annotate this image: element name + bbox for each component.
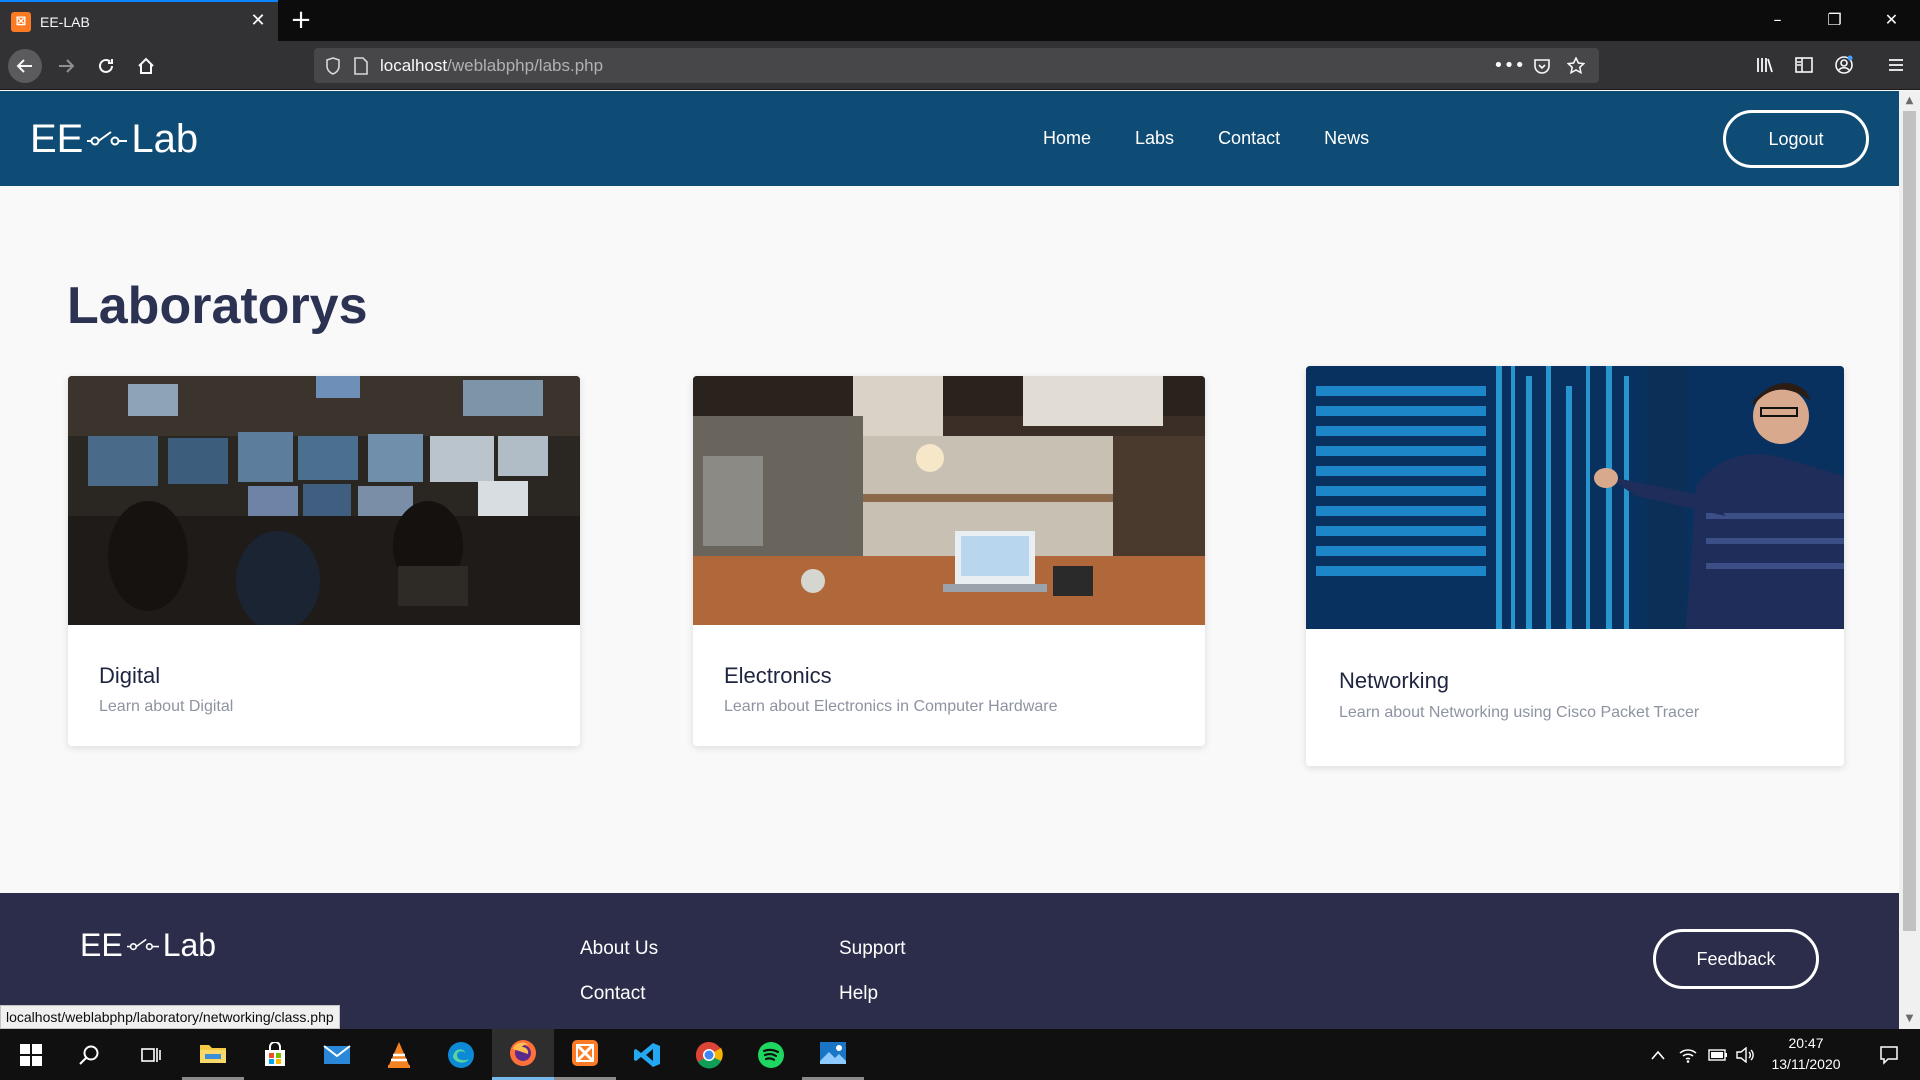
clock-time: 20:47 <box>1788 1035 1824 1051</box>
lab-card-digital[interactable]: Digital Learn about Digital <box>68 376 580 746</box>
card-title: Networking <box>1339 668 1450 693</box>
footer-link-support[interactable]: Support <box>839 938 906 960</box>
card-title: Digital <box>99 663 161 688</box>
electronics-lab-image <box>693 376 1205 625</box>
footer-link-about-us[interactable]: About Us <box>580 938 658 960</box>
battery-icon[interactable] <box>1703 1029 1733 1080</box>
tab-title: EE-LAB <box>40 13 90 30</box>
page-viewport: EE Lab Home Labs Contact News Logout Lab… <box>0 91 1899 1029</box>
card-description: Learn about Electronics in Computer Hard… <box>724 698 1058 715</box>
feedback-button[interactable]: Feedback <box>1653 929 1819 989</box>
windows-start-icon[interactable] <box>0 1029 62 1080</box>
menu-hamburger-icon[interactable] <box>1882 51 1910 79</box>
logo-switch-icon <box>87 131 128 146</box>
footer-logo-switch-icon <box>126 938 159 951</box>
photos-icon[interactable] <box>802 1029 864 1080</box>
wifi-icon[interactable] <box>1673 1029 1703 1080</box>
page-title: Laboratorys <box>67 277 368 335</box>
minimize-window-icon[interactable]: – <box>1749 0 1806 41</box>
pocket-icon[interactable] <box>1531 55 1553 77</box>
reload-icon[interactable] <box>89 49 123 83</box>
footer-logo[interactable]: EE Lab <box>80 925 216 965</box>
browser-tab-active[interactable]: ⊠ EE-LAB ✕ <box>0 0 278 41</box>
nav-contact[interactable]: Contact <box>1218 128 1280 149</box>
footer-logo-text-right: Lab <box>162 926 217 963</box>
forward-icon[interactable] <box>49 49 83 83</box>
footer-link-help[interactable]: Help <box>839 983 878 1005</box>
page-actions-icon[interactable]: ••• <box>1493 55 1525 77</box>
page-info-icon[interactable] <box>350 55 372 77</box>
chrome-icon[interactable] <box>678 1029 740 1080</box>
microsoft-store-icon[interactable] <box>244 1029 306 1080</box>
logout-button[interactable]: Logout <box>1723 110 1869 168</box>
vscode-icon[interactable] <box>616 1029 678 1080</box>
xampp-favicon-icon: ⊠ <box>11 11 31 32</box>
card-description: Learn about Digital <box>99 698 234 715</box>
nav-news[interactable]: News <box>1324 128 1369 149</box>
networking-lab-image <box>1306 366 1844 629</box>
scroll-down-icon[interactable]: ▼ <box>1899 1009 1920 1029</box>
url-path: /weblabphp/labs.php <box>447 55 604 75</box>
system-clock[interactable]: 20:47 13/11/2020 <box>1752 1033 1860 1075</box>
sidebar-icon[interactable] <box>1790 51 1818 79</box>
nav-labs[interactable]: Labs <box>1135 128 1174 149</box>
url-host: localhost <box>380 55 448 75</box>
edge-icon[interactable] <box>430 1029 492 1080</box>
xampp-icon[interactable] <box>554 1029 616 1080</box>
footer-logo-text-left: EE <box>80 926 123 963</box>
logo-text-left: EE <box>30 116 84 161</box>
close-tab-icon[interactable]: ✕ <box>248 11 268 31</box>
digital-lab-image <box>68 376 580 625</box>
new-tab-icon[interactable]: + <box>286 6 316 36</box>
library-icon[interactable] <box>1751 51 1779 79</box>
site-header: EE Lab Home Labs Contact News Logout <box>0 91 1899 186</box>
mail-icon[interactable] <box>306 1029 368 1080</box>
footer-link-contact[interactable]: Contact <box>580 983 645 1005</box>
scroll-thumb[interactable] <box>1903 111 1916 931</box>
tracking-shield-icon[interactable] <box>322 55 344 77</box>
bookmark-star-icon[interactable] <box>1565 55 1587 77</box>
vlc-icon[interactable] <box>368 1029 430 1080</box>
account-icon[interactable] <box>1830 51 1858 79</box>
card-description: Learn about Networking using Cisco Packe… <box>1339 704 1700 721</box>
spotify-icon[interactable] <box>740 1029 802 1080</box>
site-logo[interactable]: EE Lab <box>30 111 198 167</box>
search-icon[interactable] <box>58 1029 120 1080</box>
close-window-icon[interactable]: ✕ <box>1863 0 1920 41</box>
browser-tab-bar: ⊠ EE-LAB ✕ + – ❐ ✕ <box>0 0 1920 41</box>
action-center-icon[interactable] <box>1862 1029 1916 1080</box>
card-title: Electronics <box>724 663 832 688</box>
link-status-bar: localhost/weblabphp/laboratory/networkin… <box>0 1005 340 1029</box>
task-view-icon[interactable] <box>120 1029 182 1080</box>
lab-card-networking[interactable]: Networking Learn about Networking using … <box>1306 366 1844 766</box>
windows-taskbar: 20:47 13/11/2020 <box>0 1029 1920 1080</box>
nav-home[interactable]: Home <box>1043 128 1091 149</box>
url-text: localhost/weblabphp/labs.php <box>380 56 603 76</box>
main-nav: Home Labs Contact News <box>1043 91 1413 186</box>
back-icon[interactable] <box>8 49 42 83</box>
logo-text-right: Lab <box>131 116 199 161</box>
home-icon[interactable] <box>129 49 163 83</box>
clock-date: 13/11/2020 <box>1771 1056 1841 1072</box>
lab-card-electronics[interactable]: Electronics Learn about Electronics in C… <box>693 376 1205 746</box>
address-bar[interactable]: localhost/weblabphp/labs.php ••• <box>314 48 1599 83</box>
page-scrollbar[interactable]: ▲ ▼ <box>1899 91 1920 1029</box>
scroll-up-icon[interactable]: ▲ <box>1899 91 1920 111</box>
restore-window-icon[interactable]: ❐ <box>1806 0 1863 41</box>
file-explorer-icon[interactable] <box>182 1029 244 1080</box>
browser-toolbar: localhost/weblabphp/labs.php ••• <box>0 41 1920 90</box>
show-hidden-icons-icon[interactable] <box>1643 1029 1673 1080</box>
firefox-icon[interactable] <box>492 1029 554 1080</box>
